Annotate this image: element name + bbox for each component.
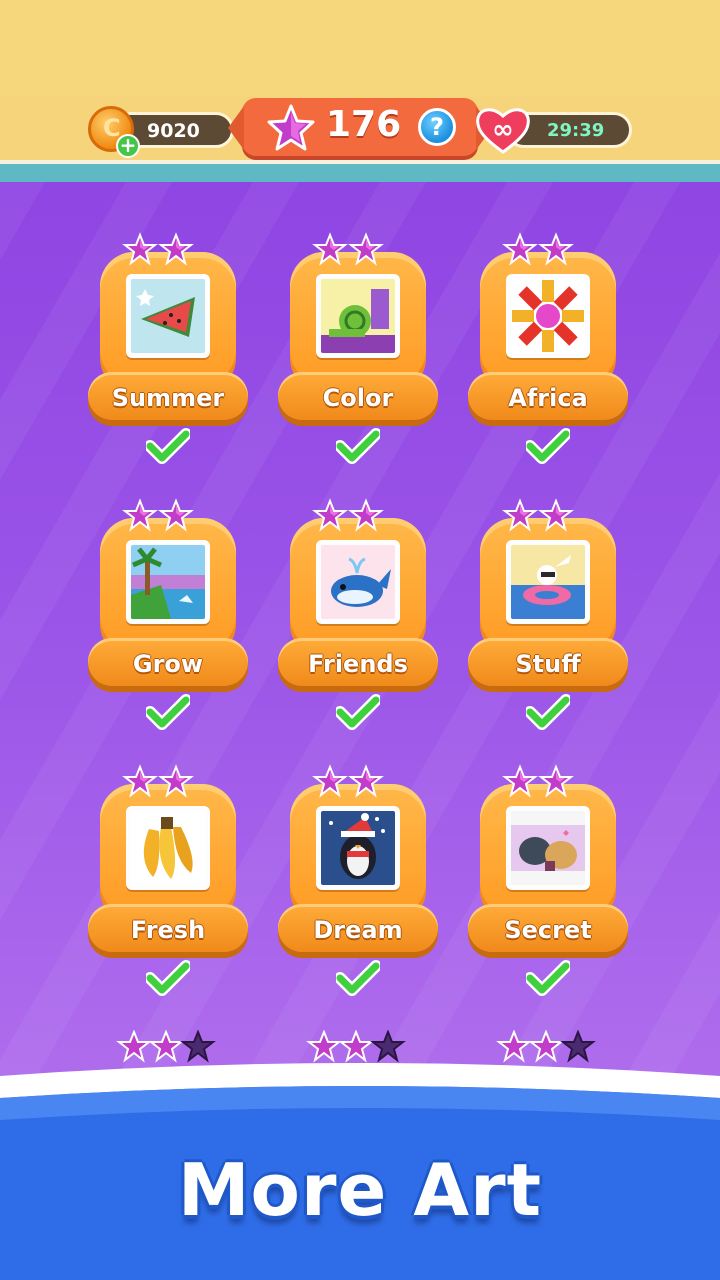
level-card-grow[interactable]: Grow <box>88 498 248 738</box>
level-artwork-frame <box>506 274 590 358</box>
level-artwork-frame <box>506 540 590 624</box>
level-artwork-watermelon <box>131 279 205 353</box>
infinity-symbol: ∞ <box>492 115 514 145</box>
level-card-africa[interactable]: Africa <box>468 232 628 472</box>
completed-check-icon <box>144 960 192 996</box>
completed-check-icon <box>334 694 382 730</box>
completed-check-icon <box>524 960 572 996</box>
level-card-secret[interactable]: Secret <box>468 764 628 1004</box>
level-label: Fresh <box>130 916 206 944</box>
level-artwork-frame <box>316 806 400 890</box>
level-label: Grow <box>132 650 204 678</box>
level-artwork-frame <box>316 274 400 358</box>
level-card-summer[interactable]: Summer <box>88 232 248 472</box>
completed-check-icon <box>334 960 382 996</box>
level-label: Color <box>322 384 394 412</box>
level-label: Summer <box>111 384 225 412</box>
level-stars <box>468 232 628 268</box>
level-artwork-snail <box>321 279 395 353</box>
level-label: Dream <box>313 916 403 944</box>
more-art-button-label[interactable]: More Art <box>0 1148 720 1232</box>
lives-timer: 29:39 <box>547 120 605 141</box>
level-artwork-frame <box>126 540 210 624</box>
level-artwork-frame <box>126 274 210 358</box>
level-card-friends[interactable]: Friends <box>278 498 438 738</box>
level-label: Stuff <box>515 650 581 678</box>
completed-check-icon <box>144 694 192 730</box>
level-artwork-penguin <box>321 811 395 885</box>
level-card-color[interactable]: Color <box>278 232 438 472</box>
level-label: Africa <box>508 384 588 412</box>
completed-check-icon <box>524 428 572 464</box>
level-stars <box>278 232 438 268</box>
star-icon <box>267 104 315 151</box>
level-artwork-palm-landscape <box>131 545 205 619</box>
completed-check-icon <box>144 428 192 464</box>
level-artwork-frame <box>316 540 400 624</box>
level-label: Friends <box>308 650 408 678</box>
completed-check-icon <box>524 694 572 730</box>
level-card-stuff[interactable]: Stuff <box>468 498 628 738</box>
level-stars <box>468 498 628 534</box>
level-stars <box>88 764 248 800</box>
level-card-dream[interactable]: Dream <box>278 764 438 1004</box>
level-stars <box>88 232 248 268</box>
level-stars <box>468 764 628 800</box>
level-label: Secret <box>504 916 592 944</box>
star-count: 176 <box>326 104 402 145</box>
level-artwork-bunny-float <box>511 545 585 619</box>
level-artwork-banana <box>131 811 205 885</box>
level-stars <box>278 764 438 800</box>
heart-icon: ∞ <box>476 108 530 154</box>
top-bar-divider <box>0 160 720 182</box>
level-artwork-whale <box>321 545 395 619</box>
level-stars <box>88 498 248 534</box>
level-artwork-frame <box>506 806 590 890</box>
level-stars <box>278 498 438 534</box>
level-artwork-dogs <box>511 811 585 885</box>
help-button[interactable]: ? <box>418 108 456 146</box>
add-coins-button[interactable]: + <box>116 134 140 158</box>
level-card-fresh[interactable]: Fresh <box>88 764 248 1004</box>
completed-check-icon <box>334 428 382 464</box>
level-artwork-frame <box>126 806 210 890</box>
level-artwork-flower <box>511 279 585 353</box>
coin-value: 9020 <box>147 120 200 142</box>
